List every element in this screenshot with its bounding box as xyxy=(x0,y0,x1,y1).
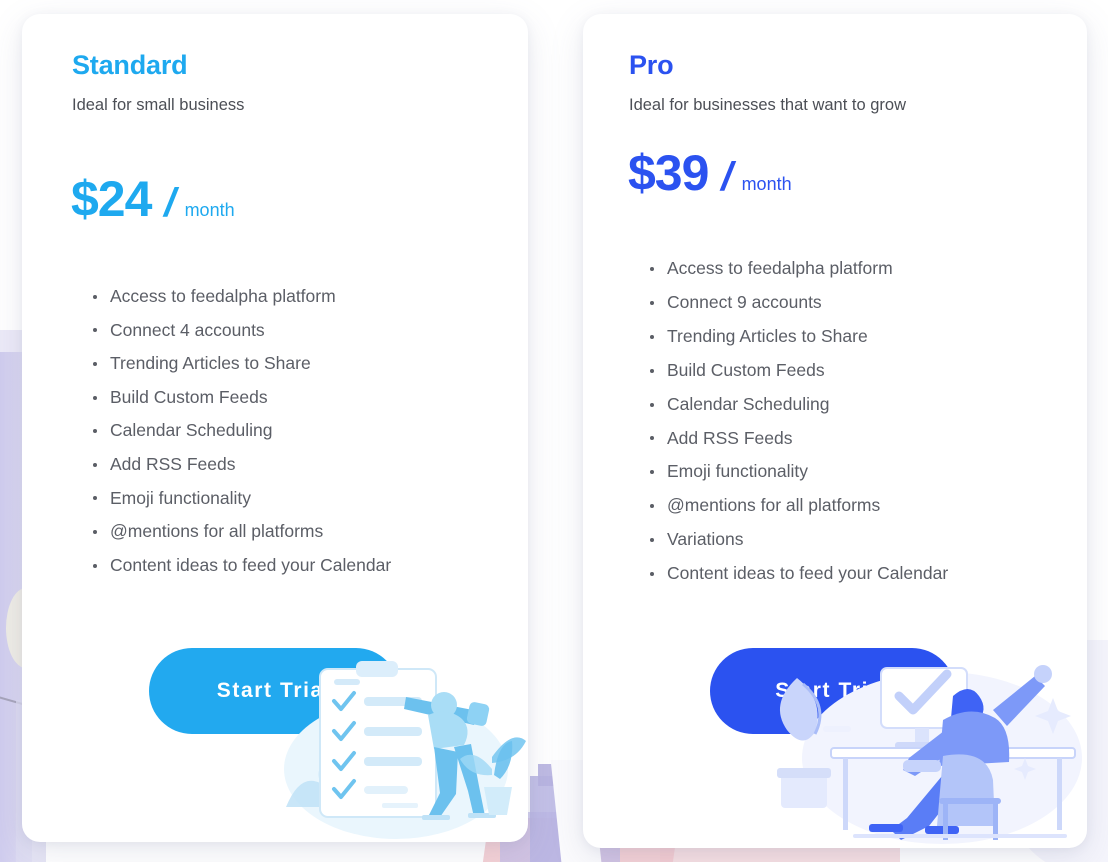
list-item: Access to feedalpha platform xyxy=(647,252,948,286)
price-period: month xyxy=(741,174,792,194)
pricing-plans-container: Standard Ideal for small business $24 / … xyxy=(0,0,1108,862)
list-item: Emoji functionality xyxy=(647,455,948,489)
plan-name-standard: Standard xyxy=(72,50,188,80)
list-item: Access to feedalpha platform xyxy=(90,280,391,314)
pricing-card-standard: Standard Ideal for small business $24 / … xyxy=(22,14,528,842)
list-item: Trending Articles to Share xyxy=(647,320,948,354)
list-item: Calendar Scheduling xyxy=(647,388,948,422)
list-item: Variations xyxy=(647,523,948,557)
list-item: Content ideas to feed your Calendar xyxy=(90,549,391,583)
list-item: Add RSS Feeds xyxy=(647,422,948,456)
pricing-card-pro: Pro Ideal for businesses that want to gr… xyxy=(583,14,1087,848)
list-item: Build Custom Feeds xyxy=(647,354,948,388)
list-item: Connect 4 accounts xyxy=(90,314,391,348)
list-item: Connect 9 accounts xyxy=(647,286,948,320)
feature-list-standard: Access to feedalpha platform Connect 4 a… xyxy=(90,280,391,582)
list-item: @mentions for all platforms xyxy=(647,489,948,523)
price-period: month xyxy=(184,200,235,220)
price-separator-slash: / xyxy=(160,181,182,225)
list-item: Add RSS Feeds xyxy=(90,448,391,482)
plan-tagline-pro: Ideal for businesses that want to grow xyxy=(629,96,906,114)
list-item: Trending Articles to Share xyxy=(90,347,391,381)
list-item: Content ideas to feed your Calendar xyxy=(647,557,948,591)
price-amount: $24 xyxy=(71,171,152,227)
plan-price-standard: $24 / month xyxy=(71,170,235,228)
list-item: Build Custom Feeds xyxy=(90,381,391,415)
list-item: @mentions for all platforms xyxy=(90,515,391,549)
feature-list-pro: Access to feedalpha platform Connect 9 a… xyxy=(647,252,948,591)
plan-name-pro: Pro xyxy=(629,50,674,80)
list-item: Emoji functionality xyxy=(90,482,391,516)
start-trial-button-standard[interactable]: Start Trial xyxy=(149,648,399,734)
list-item: Calendar Scheduling xyxy=(90,414,391,448)
start-trial-button-pro[interactable]: Start Trial xyxy=(710,648,955,734)
price-separator-slash: / xyxy=(717,155,739,199)
plan-tagline-standard: Ideal for small business xyxy=(72,96,245,114)
price-amount: $39 xyxy=(628,145,709,201)
plan-price-pro: $39 / month xyxy=(628,144,792,202)
